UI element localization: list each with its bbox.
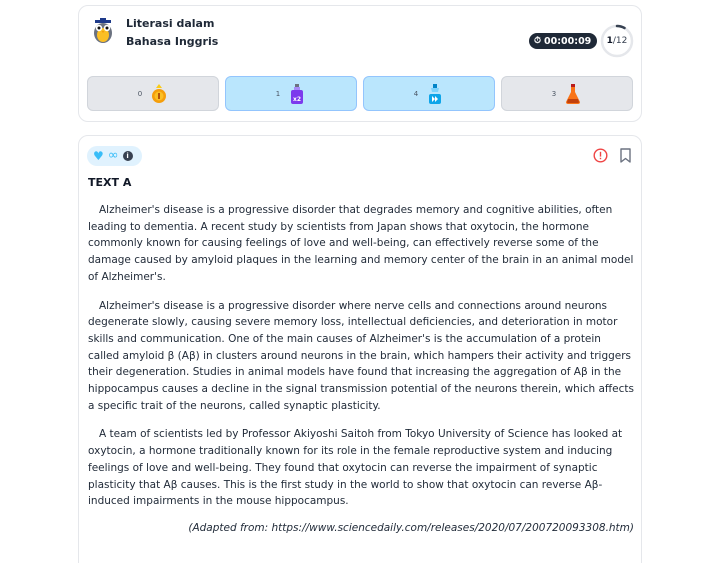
booster-flask-button[interactable]: 3: [501, 76, 633, 111]
question-progress-ring: 1/12: [600, 24, 634, 58]
heart-icon: ♥: [93, 149, 104, 163]
passage-source: (Adapted from: https://www.sciencedaily.…: [188, 521, 634, 534]
booster-count: 4: [413, 89, 419, 98]
potion-skip-icon: [429, 83, 442, 104]
owl-mascot-icon: [94, 18, 112, 43]
report-issue-icon[interactable]: [593, 148, 608, 163]
bookmark-icon[interactable]: [619, 148, 632, 163]
subject-title: Literasi dalam Bahasa Inggris: [126, 17, 219, 48]
passage-paragraph: A team of scientists led by Professor Ak…: [88, 428, 623, 508]
timer-value: 00:00:09: [544, 35, 592, 47]
passage-paragraph: Alzheimer's disease is a progressive dis…: [88, 204, 634, 283]
progress-text: 1/12: [600, 24, 634, 58]
reading-passage-card: ♥ ∞ i TEXT A Alzheimer's disease is a pr…: [78, 135, 642, 563]
infinite-lives-symbol: ∞: [107, 148, 119, 163]
booster-count: 3: [551, 89, 557, 98]
booster-coin-button[interactable]: 0: [87, 76, 219, 111]
booster-count: 1: [275, 89, 281, 98]
progress-total: /12: [612, 36, 628, 46]
svg-text:x2: x2: [293, 96, 301, 103]
coin-icon: [152, 83, 167, 103]
quiz-header-card: Literasi dalam Bahasa Inggris ⏱ 00:00:09…: [78, 5, 642, 122]
booster-count: 0: [137, 89, 143, 98]
stopwatch-icon: ⏱: [534, 36, 542, 46]
potion-x2-icon: x2: [291, 83, 304, 104]
lives-badge[interactable]: ♥ ∞ i: [87, 146, 142, 166]
passage-paragraph: Alzheimer's disease is a progressive dis…: [88, 299, 634, 412]
flask-icon: [566, 83, 581, 104]
booster-skip-button[interactable]: 4: [363, 76, 495, 111]
passage-title: TEXT A: [88, 176, 132, 189]
passage-body: Alzheimer's disease is a progressive dis…: [88, 202, 634, 537]
booster-bar: 0 1 x2 4 3: [87, 76, 633, 111]
timer-badge: ⏱ 00:00:09: [529, 33, 598, 49]
booster-double-points-button[interactable]: 1 x2: [225, 76, 357, 111]
info-icon[interactable]: i: [122, 151, 133, 161]
